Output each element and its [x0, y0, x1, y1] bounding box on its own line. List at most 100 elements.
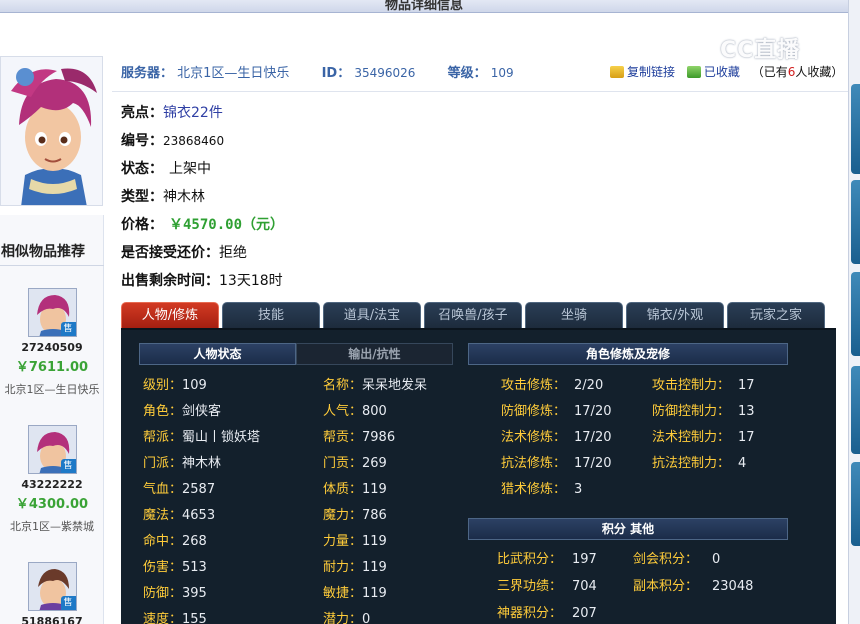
- stat-value: 395: [182, 586, 207, 601]
- fav-count-suffix: 人收藏）: [795, 65, 844, 79]
- stat-key: 猎术修炼：: [501, 482, 567, 497]
- stat-magic: 魔力：786: [323, 504, 387, 523]
- character-detail-panel: 人物状态 输出/抗性 角色修炼及宠修 积分 其他 级别：109 角色：剑侠客 帮…: [121, 328, 836, 624]
- section-output-resist[interactable]: 输出/抗性: [296, 343, 453, 365]
- similar-items-title: 相似物品推荐: [0, 232, 104, 266]
- similar-item-thumbnail[interactable]: 售: [27, 288, 77, 337]
- points-artifact: 神器积分： 207: [497, 602, 597, 621]
- section-points-other: 积分 其他: [468, 518, 788, 540]
- copy-link-button[interactable]: 复制链接: [627, 65, 675, 79]
- favorite-icon: [686, 66, 701, 78]
- prop-status: 状态： 上架中: [121, 158, 211, 178]
- cult-spell: 法术修炼： 17/20: [501, 426, 611, 445]
- similar-item-thumbnail[interactable]: 售: [27, 562, 77, 611]
- stat-value: 119: [362, 534, 387, 549]
- tab-character-cultivation[interactable]: 人物/修炼: [121, 302, 219, 328]
- similar-item-price: ￥4300.00: [15, 497, 89, 512]
- id-label: ID：: [321, 66, 351, 81]
- stat-name: 名称：呆呆地发呆: [323, 374, 427, 393]
- similar-item[interactable]: 售 51886167: [0, 562, 104, 624]
- stat-key: 剑会积分：: [633, 552, 699, 567]
- stat-key: 门派：: [143, 456, 183, 471]
- character-avatar: [0, 56, 103, 206]
- action-links: 复制链接 已收藏 （已有6人收藏）: [610, 63, 843, 80]
- side-float-tab-2[interactable]: [851, 180, 860, 264]
- stat-value: 786: [362, 508, 387, 523]
- stat-value: 23048: [712, 579, 754, 594]
- stat-key: 帮派：: [143, 430, 183, 445]
- stat-agility: 敏捷：119: [323, 582, 387, 601]
- stat-endurance: 耐力：119: [323, 556, 387, 575]
- prop-remaining-value: 13天18时: [219, 273, 283, 289]
- stat-value: 155: [182, 612, 207, 624]
- stat-key: 人气：: [323, 404, 363, 419]
- prop-status-label: 状态：: [121, 161, 163, 177]
- stat-value: 神木林: [182, 456, 222, 471]
- prop-highlight-label: 亮点：: [121, 105, 163, 121]
- favorited-button[interactable]: 已收藏: [704, 65, 740, 79]
- ctrl-attack: 攻击控制力： 17: [652, 374, 755, 393]
- cult-defense: 防御修炼： 17/20: [501, 400, 611, 419]
- tab-summons-children[interactable]: 召唤兽/孩子: [424, 302, 522, 328]
- stat-key: 防御控制力：: [652, 404, 731, 419]
- stat-value: 119: [362, 586, 387, 601]
- stat-key: 力量：: [323, 534, 363, 549]
- side-float-tab-3[interactable]: [851, 272, 860, 356]
- stat-key: 比武积分：: [497, 552, 563, 567]
- similar-item-id: 27240509: [21, 341, 83, 354]
- prop-type: 类型：神木林: [121, 186, 205, 206]
- stat-potential: 潜力：0: [323, 608, 370, 624]
- similar-item-thumbnail[interactable]: 售: [27, 425, 77, 474]
- stat-key: 气血：: [143, 482, 183, 497]
- stat-role: 角色：剑侠客: [143, 400, 221, 419]
- header-divider: [112, 91, 848, 92]
- stat-value: 0: [712, 552, 721, 567]
- stat-key: 抗法控制力：: [652, 456, 731, 471]
- ctrl-defense: 防御控制力： 13: [652, 400, 755, 419]
- prop-highlight-value[interactable]: 锦衣22件: [163, 105, 223, 121]
- similar-item[interactable]: 售 43222222 ￥4300.00 北京1区—紫禁城: [0, 425, 104, 534]
- similar-item-server: 北京1区—生日快乐: [4, 383, 100, 396]
- side-float-tab-5[interactable]: [851, 462, 860, 546]
- stat-key: 门贡：: [323, 456, 363, 471]
- server-label: 服务器：: [121, 66, 174, 81]
- tab-skills[interactable]: 技能: [222, 302, 320, 328]
- stat-value: 7986: [362, 430, 396, 445]
- prop-price-label: 价格：: [121, 217, 163, 233]
- tab-mounts[interactable]: 坐骑: [525, 302, 623, 328]
- prop-type-label: 类型：: [121, 189, 163, 205]
- stat-value: 207: [572, 606, 597, 621]
- stat-key: 防御修炼：: [501, 404, 567, 419]
- side-float-tab-4[interactable]: [851, 366, 860, 454]
- stat-key: 魔法：: [143, 508, 183, 523]
- side-float-tab-1[interactable]: [851, 84, 860, 174]
- stat-value: 剑侠客: [182, 404, 222, 419]
- stat-value: 119: [362, 482, 387, 497]
- stat-value: 269: [362, 456, 387, 471]
- stat-value: 13: [738, 404, 755, 419]
- similar-item-price: ￥7611.00: [15, 360, 89, 375]
- server-value: 北京1区—生日快乐: [177, 66, 290, 81]
- stat-key: 角色：: [143, 404, 183, 419]
- sale-tag: 售: [60, 459, 76, 473]
- id-value: 35496026: [354, 66, 416, 80]
- prop-highlight: 亮点：锦衣22件: [121, 102, 223, 122]
- section-char-status[interactable]: 人物状态: [139, 343, 296, 365]
- stat-value: 3: [574, 482, 583, 497]
- copy-link-icon: [610, 66, 624, 78]
- prop-remaining: 出售剩余时间：13天18时: [121, 270, 283, 290]
- tab-items-treasures[interactable]: 道具/法宝: [323, 302, 421, 328]
- stat-hit: 命中：268: [143, 530, 207, 549]
- stat-value: 0: [362, 612, 371, 624]
- stat-key: 命中：: [143, 534, 183, 549]
- stat-guild: 帮派：蜀山丨锁妖塔: [143, 426, 260, 445]
- stat-popularity: 人气：800: [323, 400, 387, 419]
- stat-value: 4: [738, 456, 747, 471]
- prop-number: 编号：23868460: [121, 130, 224, 150]
- cult-resist: 抗法修炼： 17/20: [501, 452, 611, 471]
- stat-value: 2/20: [574, 378, 604, 393]
- tab-player-home[interactable]: 玩家之家: [727, 302, 825, 328]
- similar-item[interactable]: 售 27240509 ￥7611.00 北京1区—生日快乐: [0, 288, 104, 397]
- level-value: 109: [490, 66, 514, 80]
- tab-costumes-appearance[interactable]: 锦衣/外观: [626, 302, 724, 328]
